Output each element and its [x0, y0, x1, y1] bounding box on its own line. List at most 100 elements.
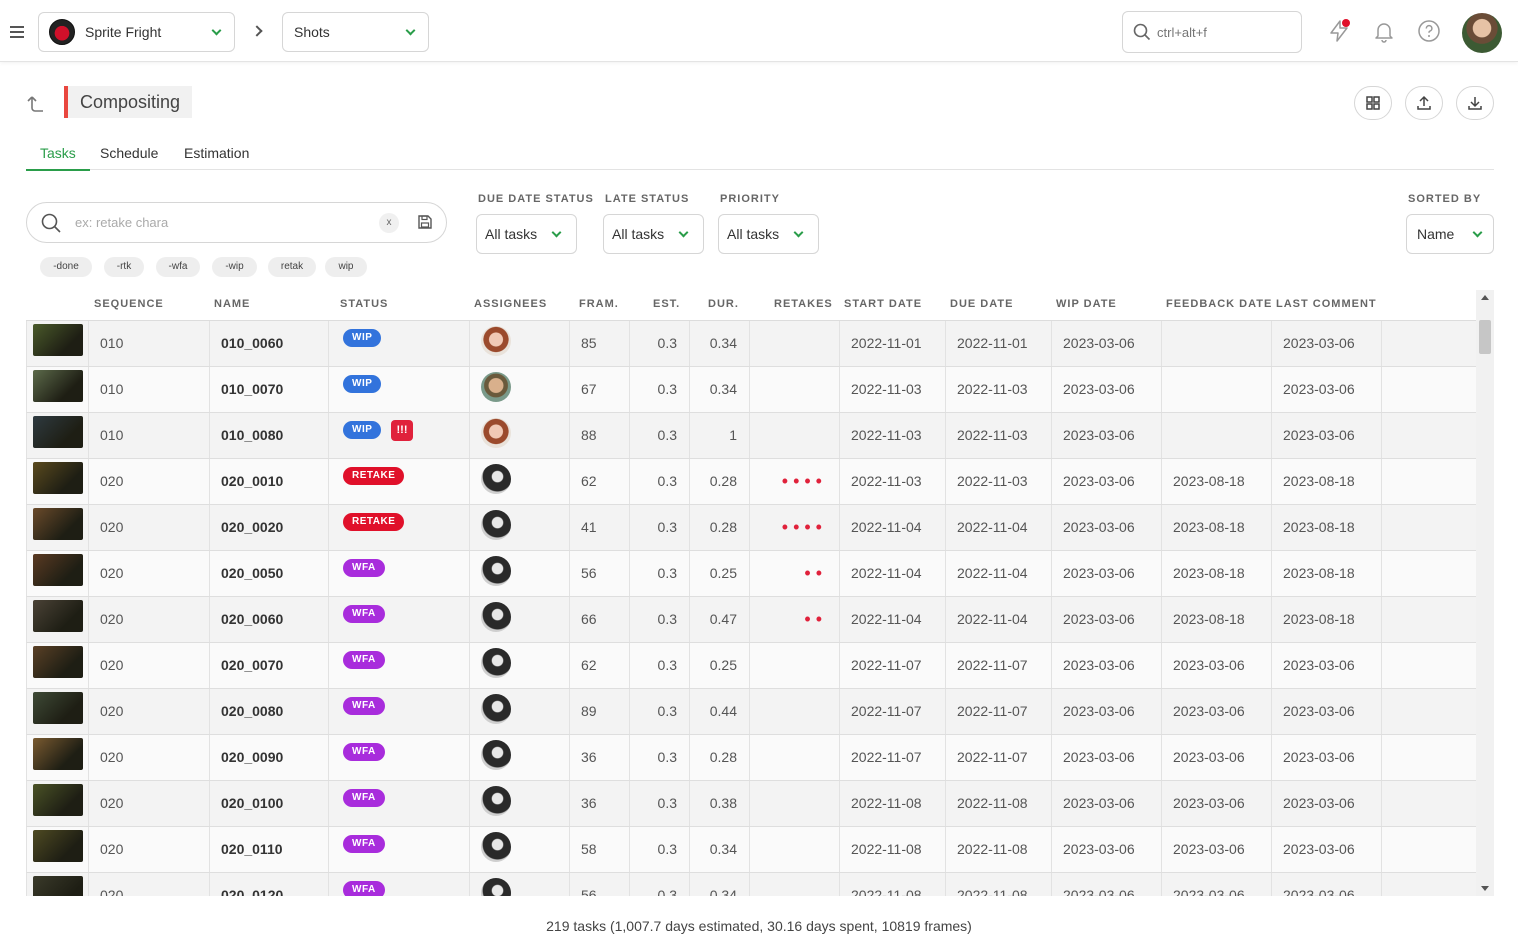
scroll-thumb[interactable]	[1479, 320, 1491, 354]
col-duration[interactable]: DUR.	[708, 298, 739, 310]
assignee-avatar[interactable]	[481, 786, 511, 816]
late-status-select[interactable]: All tasks	[603, 214, 704, 254]
hamburger-menu-icon[interactable]	[10, 26, 24, 38]
shot-thumbnail[interactable]	[33, 600, 83, 632]
saved-search-chip[interactable]: wip	[325, 257, 367, 277]
scroll-down-arrow-icon[interactable]	[1481, 886, 1489, 891]
status-badge[interactable]: WFA	[343, 651, 385, 669]
shot-thumbnail[interactable]	[33, 462, 83, 494]
status-badge[interactable]: WIP	[343, 421, 382, 439]
clear-search-button[interactable]: x	[379, 213, 399, 233]
col-due-date[interactable]: DUE DATE	[950, 298, 1013, 310]
shot-thumbnail[interactable]	[33, 692, 83, 724]
shot-thumbnail[interactable]	[33, 324, 83, 356]
table-scrollbar[interactable]	[1476, 290, 1494, 896]
assignee-avatar[interactable]	[481, 326, 511, 356]
table-row[interactable]: 010 010_0070 WIP 67 0.3 0.34 2022-11-03 2022-11…	[26, 367, 1476, 413]
shot-thumbnail[interactable]	[33, 554, 83, 586]
section-select[interactable]: Shots	[282, 12, 429, 52]
status-badge[interactable]: WFA	[343, 743, 385, 761]
table-row[interactable]: 020 020_0090 WFA 36 0.3 0.28 2022-11-07 2022-11…	[26, 735, 1476, 781]
tab-schedule[interactable]: Schedule	[100, 145, 158, 169]
saved-search-chip[interactable]: -rtk	[104, 257, 144, 277]
status-badge[interactable]: WIP	[343, 329, 382, 347]
production-select[interactable]: Sprite Fright	[38, 12, 235, 52]
status-badge[interactable]: WFA	[343, 605, 385, 623]
scroll-up-arrow-icon[interactable]	[1481, 295, 1489, 300]
col-wip-date[interactable]: WIP DATE	[1056, 298, 1117, 310]
save-search-icon[interactable]	[417, 214, 433, 230]
help-icon[interactable]	[1417, 19, 1441, 43]
col-status[interactable]: STATUS	[340, 298, 388, 310]
assignee-avatar[interactable]	[481, 464, 511, 494]
tab-tasks[interactable]: Tasks	[26, 145, 90, 171]
table-row[interactable]: 020 020_0010 RETAKE 62 0.3 0.28 •••• 2022-11-03…	[26, 459, 1476, 505]
global-search-input[interactable]	[1157, 24, 1287, 40]
assignee-avatar[interactable]	[481, 694, 511, 724]
status-badge[interactable]: WIP	[343, 375, 382, 393]
table-row[interactable]: 020 020_0080 WFA 89 0.3 0.44 2022-11-07 2022-11…	[26, 689, 1476, 735]
table-row[interactable]: 020 020_0110 WFA 58 0.3 0.34 2022-11-08 2022-11…	[26, 827, 1476, 873]
col-name[interactable]: NAME	[214, 298, 250, 310]
shot-thumbnail[interactable]	[33, 876, 83, 896]
saved-search-chip[interactable]: -done	[40, 257, 92, 277]
sorted-by-select[interactable]: Name	[1406, 214, 1494, 254]
col-retakes[interactable]: RETAKES	[774, 298, 833, 310]
status-badge[interactable]: RETAKE	[343, 513, 405, 531]
assignee-avatar[interactable]	[481, 556, 511, 586]
global-search[interactable]	[1122, 11, 1302, 53]
task-search-input[interactable]	[75, 215, 355, 230]
status-badge[interactable]: WFA	[343, 835, 385, 853]
assignee-avatar[interactable]	[481, 648, 511, 678]
assignee-avatar[interactable]	[481, 602, 511, 632]
col-sequence[interactable]: SEQUENCE	[94, 298, 164, 310]
col-feedback-date[interactable]: FEEDBACK DATE	[1166, 298, 1272, 310]
table-row[interactable]: 010 010_0060 WIP 85 0.3 0.34 2022-11-01 2022-11…	[26, 321, 1476, 367]
user-avatar[interactable]	[1462, 13, 1502, 53]
saved-search-chip[interactable]: -wip	[212, 257, 257, 277]
table-row[interactable]: 020 020_0070 WFA 62 0.3 0.25 2022-11-07 2022-11…	[26, 643, 1476, 689]
assignee-avatar[interactable]	[481, 372, 511, 402]
tab-estimation[interactable]: Estimation	[184, 145, 249, 169]
shot-thumbnail[interactable]	[33, 830, 83, 862]
table-row[interactable]: 020 020_0120 WFA 56 0.3 0.34 2022-11-08 2022-11…	[26, 873, 1476, 896]
status-badge[interactable]: WFA	[343, 881, 385, 896]
priority-select[interactable]: All tasks	[718, 214, 819, 254]
col-frames[interactable]: FRAM.	[579, 298, 619, 310]
shot-thumbnail[interactable]	[33, 370, 83, 402]
task-search[interactable]: x	[26, 202, 447, 243]
assignee-avatar[interactable]	[481, 510, 511, 540]
col-start-date[interactable]: START DATE	[844, 298, 922, 310]
shot-thumbnail[interactable]	[33, 508, 83, 540]
assignee-avatar[interactable]	[481, 832, 511, 862]
shot-thumbnail[interactable]	[33, 416, 83, 448]
cell-due: 2022-11-08	[946, 827, 1052, 872]
table-row[interactable]: 020 020_0100 WFA 36 0.3 0.38 2022-11-08 2022-11…	[26, 781, 1476, 827]
table-row[interactable]: 010 010_0080 WIP!!! 88 0.3 1 2022-11-03 2022-11…	[26, 413, 1476, 459]
due-date-status-select[interactable]: All tasks	[476, 214, 577, 254]
import-button[interactable]	[1405, 86, 1443, 120]
export-button[interactable]	[1456, 86, 1494, 120]
assignee-avatar[interactable]	[481, 878, 511, 896]
news-lightning-icon[interactable]	[1327, 19, 1351, 43]
assignee-avatar[interactable]	[481, 418, 511, 448]
status-badge[interactable]: WFA	[343, 697, 385, 715]
saved-search-chip[interactable]: -wfa	[156, 257, 200, 277]
table-row[interactable]: 020 020_0020 RETAKE 41 0.3 0.28 •••• 2022-11-04…	[26, 505, 1476, 551]
table-row[interactable]: 020 020_0050 WFA 56 0.3 0.25 •• 2022-11-04 2022-…	[26, 551, 1476, 597]
table-row[interactable]: 020 020_0060 WFA 66 0.3 0.47 •• 2022-11-04 2022-…	[26, 597, 1476, 643]
back-arrow-icon[interactable]	[26, 94, 46, 114]
saved-search-chip[interactable]: retak	[268, 257, 316, 277]
status-badge[interactable]: WFA	[343, 559, 385, 577]
shot-thumbnail[interactable]	[33, 646, 83, 678]
shot-thumbnail[interactable]	[33, 738, 83, 770]
bell-icon[interactable]	[1372, 19, 1396, 43]
col-assignees[interactable]: ASSIGNEES	[474, 298, 547, 310]
status-badge[interactable]: WFA	[343, 789, 385, 807]
col-last-comment[interactable]: LAST COMMENT	[1276, 298, 1377, 310]
status-badge[interactable]: RETAKE	[343, 467, 405, 485]
layout-grid-button[interactable]	[1354, 86, 1392, 120]
col-estimation[interactable]: EST.	[653, 298, 680, 310]
shot-thumbnail[interactable]	[33, 784, 83, 816]
assignee-avatar[interactable]	[481, 740, 511, 770]
